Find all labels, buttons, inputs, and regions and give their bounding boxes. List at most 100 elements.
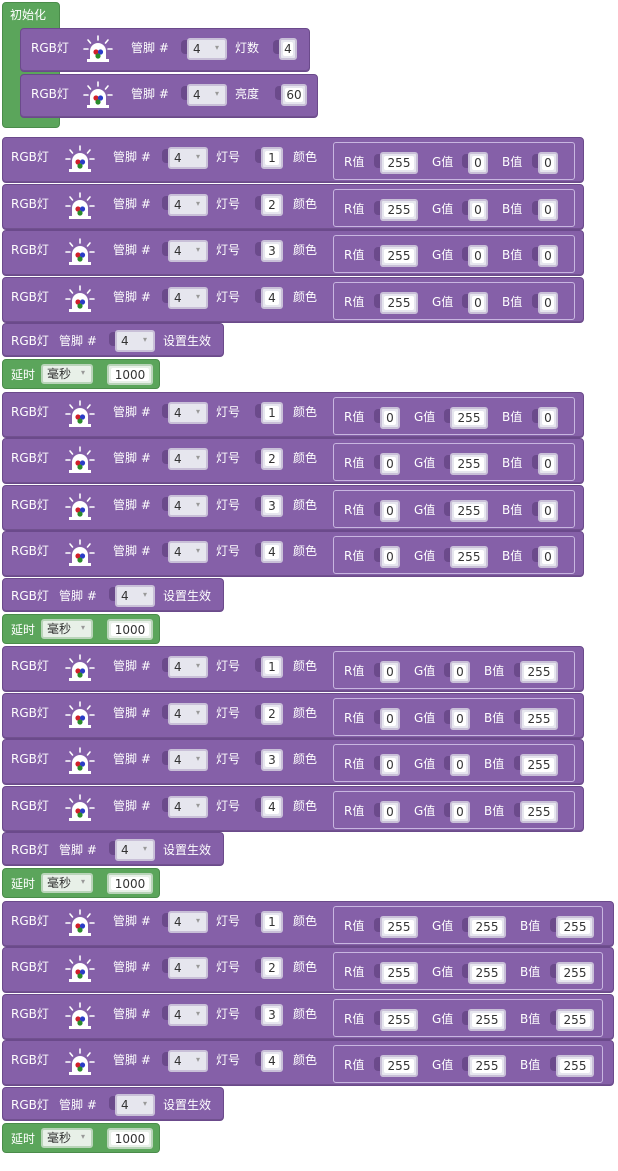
rgb-set-row[interactable]: RGB灯 管脚 #4 ▾ 灯号 4 颜色 R值 0 G值 255 B值 0 (2, 531, 584, 577)
unit-dropdown[interactable]: 毫秒 ▾ (41, 364, 93, 384)
rgb-set-row[interactable]: RGB灯 管脚 #4 ▾ 灯号 3 颜色 R值 255 G值 255 B值 255 (2, 993, 614, 1040)
pin-dropdown[interactable]: 4 ▾ (168, 1050, 208, 1072)
pin-dropdown[interactable]: 4 ▾ (168, 749, 208, 771)
r-field[interactable]: 0 (380, 661, 400, 683)
lamp-field[interactable]: 4 (261, 795, 283, 818)
lamp-field[interactable]: 2 (261, 448, 283, 470)
g-field[interactable]: 255 (450, 406, 488, 429)
rgb-set-row[interactable]: RGB灯 管脚 #4 ▾ 灯号 1 颜色 R值 255 G值 255 B值 255 (2, 900, 614, 947)
g-field[interactable]: 0 (468, 245, 488, 267)
g-field[interactable]: 255 (468, 1055, 506, 1077)
pin-dropdown[interactable]: 4 ▾ (168, 286, 208, 309)
r-field[interactable]: 0 (380, 453, 400, 475)
r-field[interactable]: 0 (380, 406, 400, 429)
pin-dropdown[interactable]: 4 ▾ (168, 401, 208, 424)
unit-dropdown[interactable]: 毫秒 ▾ (41, 873, 93, 893)
pin-dropdown[interactable]: 4 ▾ (168, 193, 208, 216)
pin-dropdown[interactable]: 4 ▾ (115, 330, 155, 352)
delay-row[interactable]: 延时 毫秒 ▾ 1000 (2, 359, 160, 389)
g-field[interactable]: 255 (450, 499, 488, 522)
rgb-set-row[interactable]: RGB灯 管脚 #4 ▾ 灯号 3 颜色 R值 0 G值 255 B值 0 (2, 484, 584, 531)
b-field[interactable]: 0 (538, 546, 558, 568)
rgb-apply-row[interactable]: RGB灯 管脚 #4 ▾ 设置生效 (2, 832, 224, 866)
g-field[interactable]: 0 (468, 152, 488, 174)
lamp-field[interactable]: 3 (261, 494, 283, 517)
rgb-set-row[interactable]: RGB灯 管脚 #4 ▾ 灯号 3 颜色 R值 0 G值 0 B值 255 (2, 739, 584, 785)
lamp-field[interactable]: 1 (261, 147, 283, 169)
b-field[interactable]: 0 (538, 198, 558, 221)
b-field[interactable]: 0 (538, 453, 558, 475)
lamp-field[interactable]: 1 (261, 910, 283, 933)
lamp-field[interactable]: 3 (261, 1003, 283, 1026)
rgb-set-row[interactable]: RGB灯 管脚 #4 ▾ 灯号 4 颜色 R值 0 G值 0 B值 255 (2, 785, 584, 832)
r-field[interactable]: 255 (380, 245, 418, 267)
pin-dropdown[interactable]: 4 ▾ (168, 1003, 208, 1026)
lamp-field[interactable]: 2 (261, 193, 283, 216)
pin-dropdown[interactable]: 4 ▾ (168, 147, 208, 169)
b-field[interactable]: 0 (538, 499, 558, 522)
rgb-set-row[interactable]: RGB灯 管脚 #4 ▾ 灯号 2 颜色 R值 255 G值 255 B值 255 (2, 947, 614, 993)
g-field[interactable]: 255 (468, 1008, 506, 1031)
r-field[interactable]: 0 (380, 800, 400, 823)
lamp-field[interactable]: 4 (261, 286, 283, 309)
r-field[interactable]: 255 (380, 962, 418, 984)
g-field[interactable]: 0 (450, 754, 470, 776)
g-field[interactable]: 0 (468, 291, 488, 314)
pin-dropdown[interactable]: 4 ▾ (115, 584, 155, 607)
pin-dropdown[interactable]: 4 ▾ (168, 957, 208, 979)
g-field[interactable]: 0 (450, 707, 470, 730)
lamp-field[interactable]: 2 (261, 702, 283, 725)
unit-dropdown[interactable]: 毫秒 ▾ (41, 618, 93, 639)
rgb-set-row[interactable]: RGB灯 管脚 #4 ▾ 灯号 4 颜色 R值 255 G值 0 B值 0 (2, 276, 584, 323)
delay-row[interactable]: 延时 毫秒 ▾ 1000 (2, 613, 160, 644)
rgb-init-row[interactable]: RGB灯 管脚 #4 ▾ 亮度 60 (20, 74, 318, 118)
rgb-set-row[interactable]: RGB灯 管脚 #4 ▾ 灯号 4 颜色 R值 255 G值 255 B值 255 (2, 1040, 614, 1086)
unit-dropdown[interactable]: 毫秒 ▾ (41, 1127, 93, 1148)
lamp-field[interactable]: 4 (261, 541, 283, 563)
delay-field[interactable]: 1000 (107, 873, 153, 894)
rgb-apply-row[interactable]: RGB灯 管脚 #4 ▾ 设置生效 (2, 1086, 224, 1121)
b-field[interactable]: 255 (556, 1008, 594, 1031)
g-field[interactable]: 0 (468, 198, 488, 221)
delay-field[interactable]: 1000 (107, 364, 153, 385)
r-field[interactable]: 255 (380, 1008, 418, 1031)
r-field[interactable]: 255 (380, 152, 418, 174)
pin-dropdown[interactable]: 4 ▾ (168, 702, 208, 725)
lamp-field[interactable]: 3 (261, 749, 283, 771)
param-field[interactable]: 60 (281, 84, 307, 106)
rgb-set-row[interactable]: RGB灯 管脚 #4 ▾ 灯号 3 颜色 R值 255 G值 0 B值 0 (2, 230, 584, 276)
r-field[interactable]: 0 (380, 707, 400, 730)
g-field[interactable]: 0 (450, 800, 470, 823)
r-field[interactable]: 255 (380, 198, 418, 221)
b-field[interactable]: 255 (556, 915, 594, 938)
r-field[interactable]: 255 (380, 915, 418, 938)
pin-dropdown[interactable]: 4 ▾ (187, 84, 227, 106)
b-field[interactable]: 0 (538, 245, 558, 267)
rgb-set-row[interactable]: RGB灯 管脚 #4 ▾ 灯号 1 颜色 R值 0 G值 0 B值 255 (2, 646, 584, 692)
rgb-init-row[interactable]: RGB灯 管脚 #4 ▾ 灯数 4 (20, 28, 310, 72)
r-field[interactable]: 0 (380, 546, 400, 568)
pin-dropdown[interactable]: 4 ▾ (115, 1093, 155, 1116)
r-field[interactable]: 255 (380, 291, 418, 314)
b-field[interactable]: 255 (520, 661, 558, 683)
b-field[interactable]: 255 (520, 707, 558, 730)
g-field[interactable]: 255 (468, 962, 506, 984)
rgb-set-row[interactable]: RGB灯 管脚 #4 ▾ 灯号 2 颜色 R值 255 G值 0 B值 0 (2, 183, 584, 230)
pin-dropdown[interactable]: 4 ▾ (168, 494, 208, 517)
pin-dropdown[interactable]: 4 ▾ (168, 240, 208, 262)
rgb-set-row[interactable]: RGB灯 管脚 #4 ▾ 灯号 2 颜色 R值 0 G值 255 B值 0 (2, 438, 584, 484)
g-field[interactable]: 0 (450, 661, 470, 683)
b-field[interactable]: 0 (538, 406, 558, 429)
lamp-field[interactable]: 1 (261, 401, 283, 424)
pin-dropdown[interactable]: 4 ▾ (168, 448, 208, 470)
b-field[interactable]: 255 (556, 962, 594, 984)
rgb-apply-row[interactable]: RGB灯 管脚 #4 ▾ 设置生效 (2, 577, 224, 612)
lamp-field[interactable]: 1 (261, 656, 283, 678)
g-field[interactable]: 255 (450, 546, 488, 568)
param-field[interactable]: 4 (279, 38, 297, 60)
b-field[interactable]: 255 (556, 1055, 594, 1077)
pin-dropdown[interactable]: 4 ▾ (168, 656, 208, 678)
pin-dropdown[interactable]: 4 ▾ (187, 38, 227, 60)
g-field[interactable]: 255 (450, 453, 488, 475)
rgb-set-row[interactable]: RGB灯 管脚 #4 ▾ 灯号 2 颜色 R值 0 G值 0 B值 255 (2, 692, 584, 739)
